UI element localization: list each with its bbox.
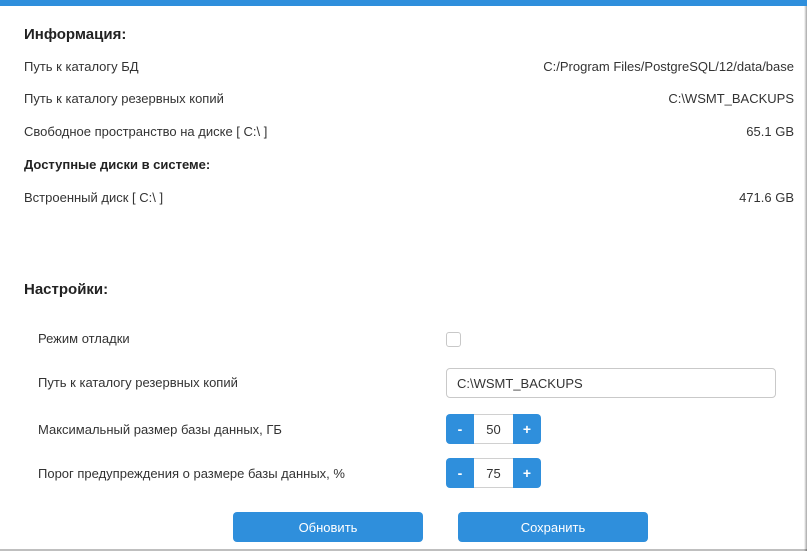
max-db-size-decrement-button[interactable]: - [446,414,474,444]
info-row-free-space: Свободное пространство на диске [ C:\ ] … [24,123,794,141]
max-db-size-stepper: - 50 + [446,414,541,444]
save-button[interactable]: Сохранить [458,512,648,542]
backup-path-label: Путь к каталогу резервных копий [38,375,238,390]
max-db-size-label: Максимальный размер базы данных, ГБ [38,422,282,437]
settings-section-title: Настройки: [24,281,109,298]
info-row-backup-path: Путь к каталогу резервных копий C:\WSMT_… [24,90,794,108]
info-row-value: 65.1 GB [746,124,794,139]
warn-threshold-decrement-button[interactable]: - [446,458,474,488]
top-accent-bar [0,0,807,6]
disk-row: Встроенный диск [ C:\ ] 471.6 GB [24,189,794,207]
warn-threshold-value[interactable]: 75 [474,458,513,488]
warn-threshold-label: Порог предупреждения о размере базы данн… [38,466,345,481]
disk-row-label: Встроенный диск [ C:\ ] [24,190,164,205]
debug-mode-label: Режим отладки [38,331,130,346]
warn-threshold-increment-button[interactable]: + [513,458,541,488]
warn-threshold-stepper: - 75 + [446,458,541,488]
disk-row-value: 471.6 GB [739,190,794,205]
backup-path-input[interactable] [446,368,776,398]
info-row-label: Свободное пространство на диске [ C:\ ] [24,124,268,139]
info-section-title: Информация: [24,26,127,43]
info-row-db-path: Путь к каталогу БД C:/Program Files/Post… [24,58,794,76]
debug-mode-checkbox[interactable] [446,332,461,347]
max-db-size-increment-button[interactable]: + [513,414,541,444]
refresh-button[interactable]: Обновить [233,512,423,542]
disks-section-title: Доступные диски в системе: [24,157,211,172]
max-db-size-value[interactable]: 50 [474,414,513,444]
info-row-value: C:/Program Files/PostgreSQL/12/data/base [543,59,794,74]
info-row-label: Путь к каталогу резервных копий [24,91,224,106]
info-row-label: Путь к каталогу БД [24,59,139,74]
info-row-value: C:\WSMT_BACKUPS [668,91,794,106]
